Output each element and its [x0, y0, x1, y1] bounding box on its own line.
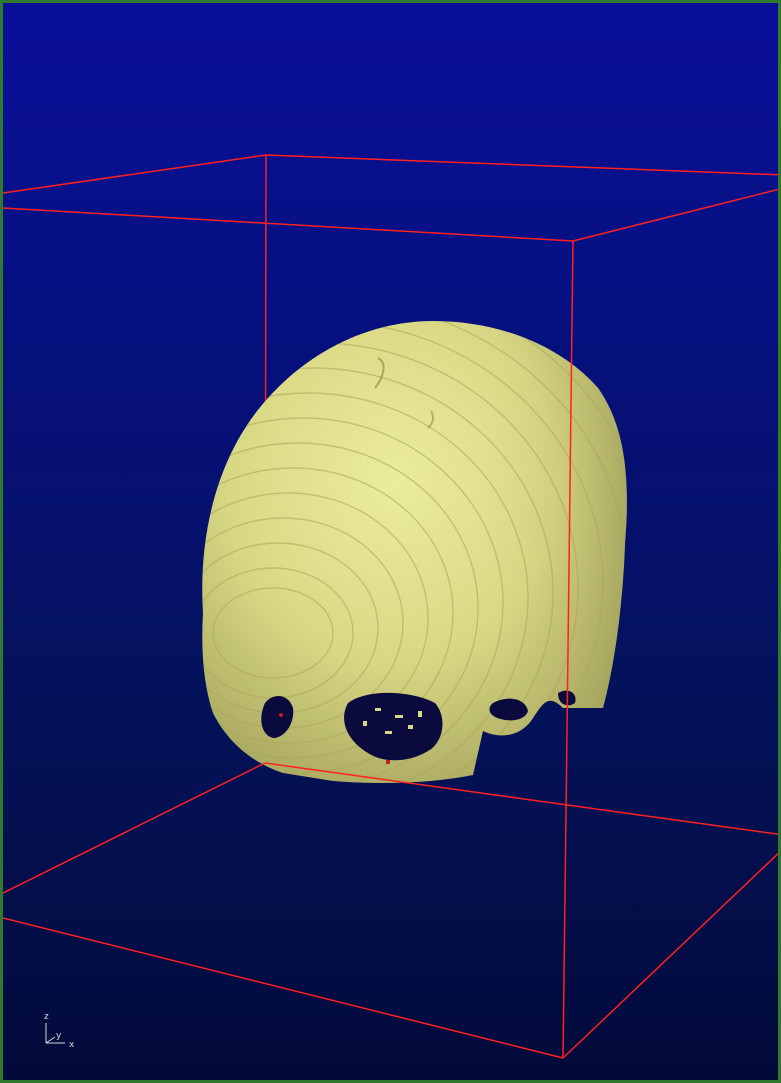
y-axis-line	[45, 1036, 56, 1044]
orientation-axes: z y x	[44, 1012, 75, 1050]
skull-surface	[202, 321, 627, 783]
z-axis-label: z	[44, 1012, 49, 1022]
3d-render-viewport[interactable]: z y x	[0, 0, 781, 1083]
render-scene: z y x	[3, 154, 778, 1059]
x-axis-label: x	[69, 1040, 75, 1050]
y-axis-label: y	[56, 1031, 62, 1041]
